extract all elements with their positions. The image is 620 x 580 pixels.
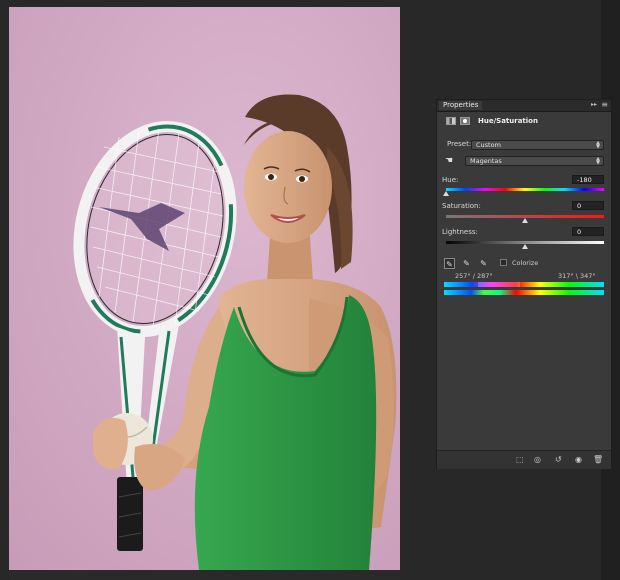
panel-footer: ⬚ ◎ ↺ ◉ 🗑 bbox=[437, 450, 611, 469]
eyedropper-plus-icon[interactable]: ✎ bbox=[461, 258, 472, 269]
eyedropper-icon[interactable]: ✎ bbox=[444, 258, 455, 269]
clip-to-layer-icon[interactable]: ⬚ bbox=[516, 455, 524, 464]
colorize-checkbox[interactable] bbox=[500, 259, 507, 266]
layer-mask-icon[interactable] bbox=[460, 117, 470, 125]
properties-panel: Properties ▸▸ ≡ Hue/Saturation Preset: C… bbox=[436, 99, 612, 469]
view-previous-state-icon[interactable]: ◎ bbox=[534, 455, 541, 464]
targeted-adjustment-hand-icon[interactable]: ☚ bbox=[445, 156, 453, 166]
color-range-dropdown[interactable]: Magentas ▲ ▼ bbox=[465, 156, 604, 166]
preset-dropdown[interactable]: Custom ▲ ▼ bbox=[471, 140, 604, 150]
hue-input[interactable]: -180 bbox=[572, 175, 604, 184]
adjustment-title: Hue/Saturation bbox=[478, 117, 538, 125]
panel-tab-properties[interactable]: Properties bbox=[439, 101, 483, 110]
collapse-panel-icon[interactable]: ▸▸ bbox=[591, 101, 597, 108]
photo-tennis-player bbox=[9, 7, 400, 570]
color-range-value: Magentas bbox=[470, 157, 502, 165]
adjustment-layer-icon[interactable] bbox=[446, 117, 456, 125]
saturation-slider-thumb[interactable] bbox=[522, 218, 528, 223]
hue-label: Hue: bbox=[442, 176, 459, 184]
document-canvas[interactable] bbox=[9, 7, 400, 570]
eyedropper-minus-icon[interactable]: ✎ bbox=[478, 258, 489, 269]
color-range-end: 317° \ 347° bbox=[558, 272, 596, 280]
panel-header: Properties ▸▸ ≡ bbox=[437, 100, 611, 112]
canvas-bottom-strip bbox=[9, 570, 400, 580]
color-range-start: 257° / 287° bbox=[455, 272, 493, 280]
saturation-input[interactable]: 0 bbox=[572, 201, 604, 210]
preset-value: Custom bbox=[476, 141, 501, 149]
hue-slider-thumb[interactable] bbox=[443, 191, 449, 196]
lightness-label: Lightness: bbox=[442, 228, 478, 236]
color-range-bar-result bbox=[444, 290, 604, 295]
dropdown-arrows-icon: ▲ ▼ bbox=[596, 140, 600, 150]
hue-slider-track[interactable] bbox=[446, 188, 604, 191]
panel-menu-icon[interactable]: ≡ bbox=[601, 100, 608, 110]
saturation-label: Saturation: bbox=[442, 202, 481, 210]
visibility-icon[interactable]: ◉ bbox=[575, 455, 582, 464]
color-range-bar-source[interactable] bbox=[444, 282, 604, 287]
colorize-label: Colorize bbox=[512, 259, 539, 267]
lightness-slider-thumb[interactable] bbox=[522, 244, 528, 249]
dropdown-arrows-icon: ▲ ▼ bbox=[596, 156, 600, 166]
reset-icon[interactable]: ↺ bbox=[555, 455, 562, 464]
lightness-input[interactable]: 0 bbox=[572, 227, 604, 236]
preset-label: Preset: bbox=[447, 140, 472, 148]
delete-icon[interactable]: 🗑 bbox=[593, 455, 603, 464]
